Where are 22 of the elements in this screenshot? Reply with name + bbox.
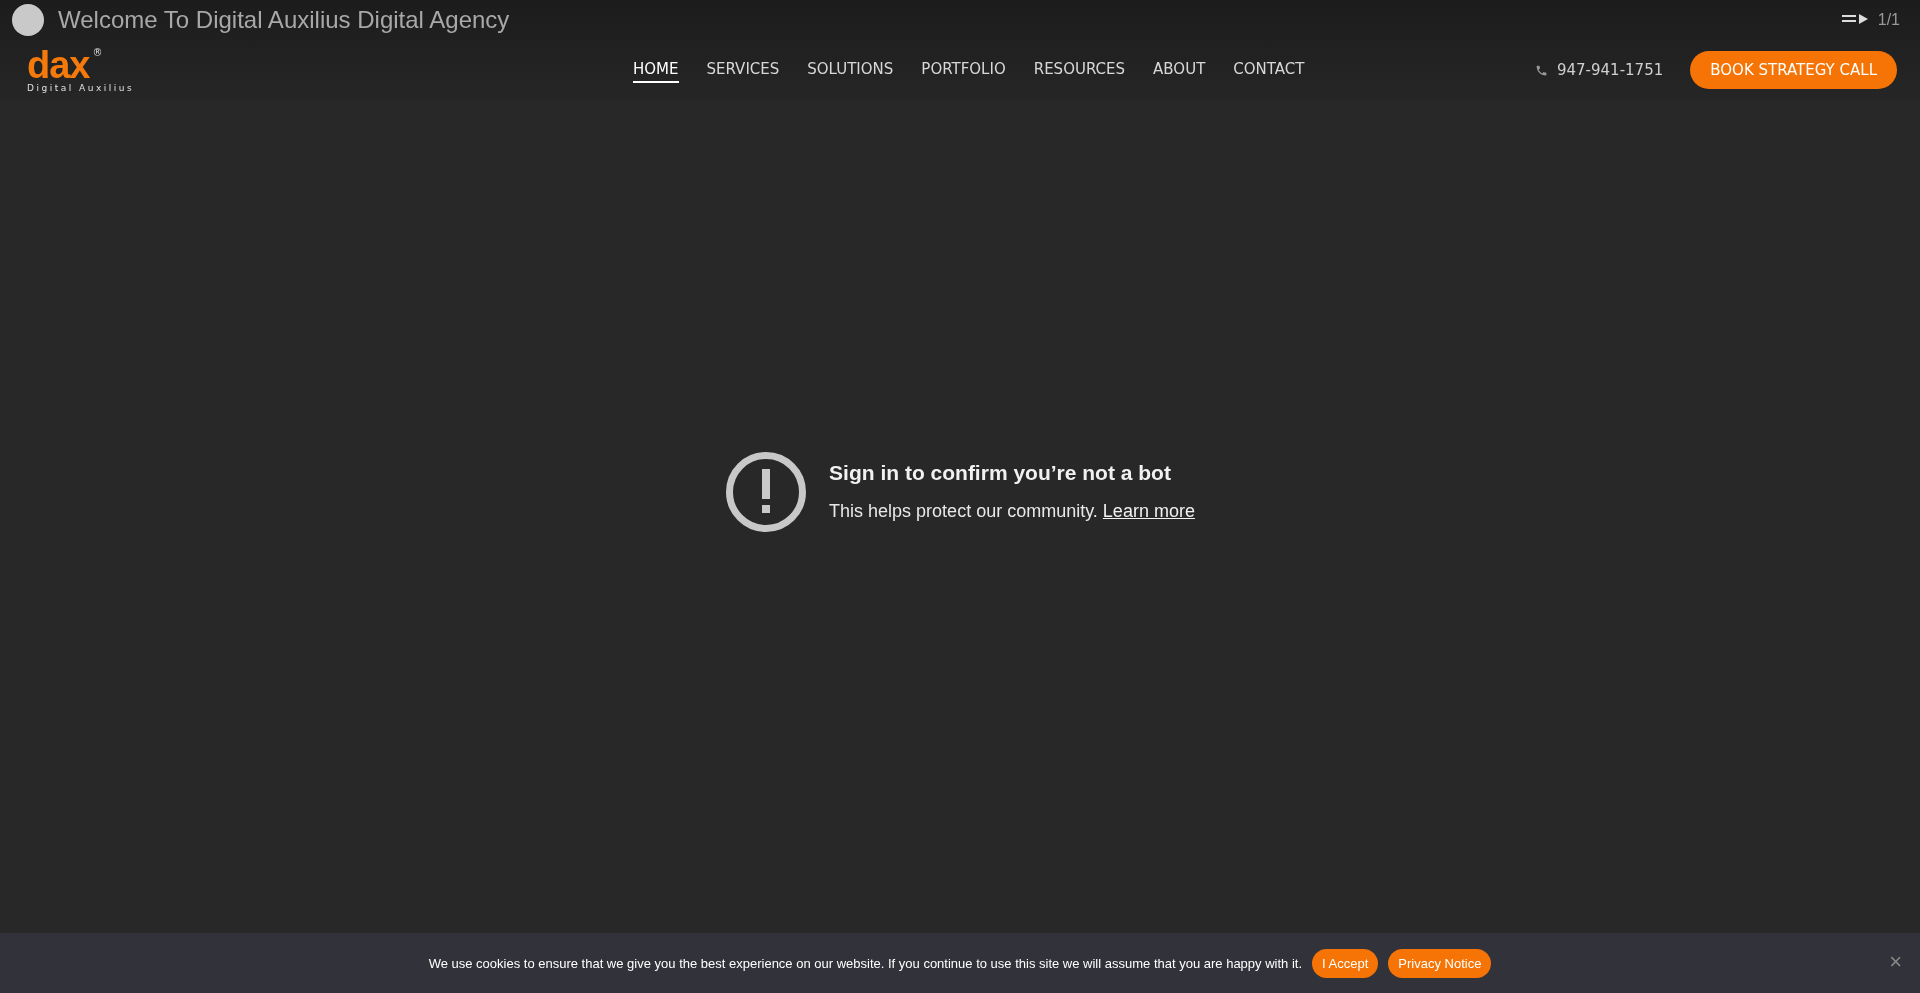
close-button[interactable]: × bbox=[1885, 951, 1906, 973]
nav-link[interactable]: PORTFOLIO bbox=[921, 57, 1006, 83]
cookie-message: We use cookies to ensure that we give you the best experience on our website. If you continue to use this site we will assume that you are happy with it. bbox=[428, 955, 1303, 971]
warning-icon bbox=[725, 450, 808, 533]
registered-mark: ® bbox=[92, 47, 103, 58]
logo-wordmark[interactable]: dax bbox=[27, 47, 90, 83]
logo-tagline: Digital Auxilius bbox=[27, 83, 136, 93]
nav-link[interactable]: ABOUT bbox=[1153, 57, 1206, 83]
nav-link[interactable]: CONTACT bbox=[1233, 57, 1305, 83]
phone-icon bbox=[1535, 63, 1548, 77]
nav-link[interactable]: RESOURCES bbox=[1033, 57, 1126, 83]
nav-link[interactable]: SERVICES bbox=[706, 57, 780, 83]
learn-more-link[interactable]: Learn more bbox=[1102, 501, 1195, 521]
playlist-icon[interactable] bbox=[1841, 13, 1868, 27]
error-title: Sign in to confirm you’re not a bot bbox=[829, 461, 1172, 485]
error-message: This helps protect our community. bbox=[829, 501, 1098, 521]
playlist-count: 1/1 bbox=[1877, 11, 1900, 29]
nav-link[interactable]: SOLUTIONS bbox=[807, 57, 894, 83]
nav-link[interactable]: HOME bbox=[633, 57, 679, 83]
phone-number[interactable]: 947-941-1751 bbox=[1557, 61, 1664, 79]
video-title[interactable]: Welcome To Digital Auxilius Digital Agency bbox=[58, 6, 510, 34]
channel-avatar[interactable] bbox=[12, 4, 44, 36]
